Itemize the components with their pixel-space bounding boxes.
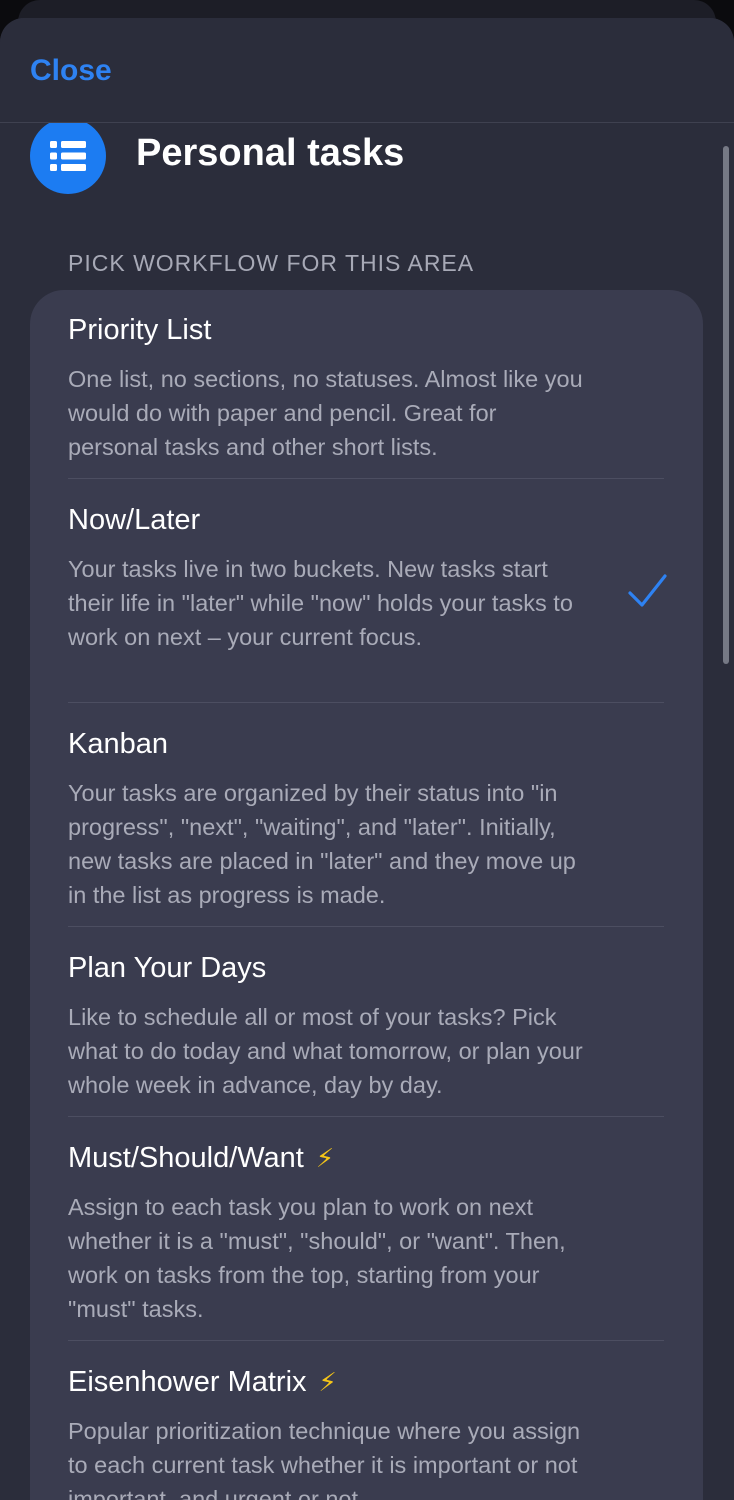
area-header: Personal tasks xyxy=(30,118,710,194)
list-icon xyxy=(30,118,106,194)
option-kanban[interactable]: Kanban Your tasks are organized by their… xyxy=(68,726,664,912)
option-title-row: Must/Should/Want ⚡ xyxy=(68,1140,664,1176)
divider xyxy=(68,1116,664,1117)
option-eisenhower-matrix[interactable]: Eisenhower Matrix ⚡ Popular prioritizatio… xyxy=(68,1364,664,1500)
divider xyxy=(68,926,664,927)
option-title: Must/Should/Want xyxy=(68,1142,304,1174)
option-description: Assign to each task you plan to work on … xyxy=(68,1194,566,1322)
option-now-later[interactable]: Now/Later Your tasks live in two buckets… xyxy=(68,502,664,654)
option-plan-your-days[interactable]: Plan Your Days Like to schedule all or m… xyxy=(68,950,664,1102)
navigation-bar: Close xyxy=(0,18,734,123)
option-description: Your tasks are organized by their status… xyxy=(68,780,576,908)
lightning-icon: ⚡ xyxy=(315,1143,335,1173)
option-description: Like to schedule all or most of your tas… xyxy=(68,1004,583,1098)
workflow-options-card: Priority List One list, no sections, no … xyxy=(30,290,703,1500)
option-description: Popular prioritization technique where y… xyxy=(68,1418,581,1500)
divider xyxy=(68,1340,664,1341)
area-title: Personal tasks xyxy=(136,132,405,174)
option-description: One list, no sections, no statuses. Almo… xyxy=(68,366,583,460)
lightning-icon: ⚡ xyxy=(318,1367,337,1397)
close-button[interactable]: Close xyxy=(30,54,112,88)
option-title: Plan Your Days xyxy=(68,952,267,984)
divider xyxy=(68,478,664,479)
option-title: Eisenhower Matrix xyxy=(68,1366,307,1398)
section-header: PICK WORKFLOW FOR THIS AREA xyxy=(68,250,475,276)
checkmark-icon xyxy=(628,574,667,607)
option-must-should-want[interactable]: Must/Should/Want ⚡ Assign to each task yo… xyxy=(68,1140,664,1326)
option-title-row: Eisenhower Matrix ⚡ xyxy=(68,1364,664,1400)
workflow-picker-sheet: Close Personal tasks PICK WORKFLOW FOR T… xyxy=(0,18,734,1500)
scrollbar[interactable] xyxy=(723,146,729,664)
option-title: Now/Later xyxy=(68,504,201,536)
divider xyxy=(68,702,664,703)
option-title: Kanban xyxy=(68,728,168,760)
option-priority-list[interactable]: Priority List One list, no sections, no … xyxy=(68,312,664,464)
option-title: Priority List xyxy=(68,314,212,346)
option-description: Your tasks live in two buckets. New task… xyxy=(68,556,573,650)
